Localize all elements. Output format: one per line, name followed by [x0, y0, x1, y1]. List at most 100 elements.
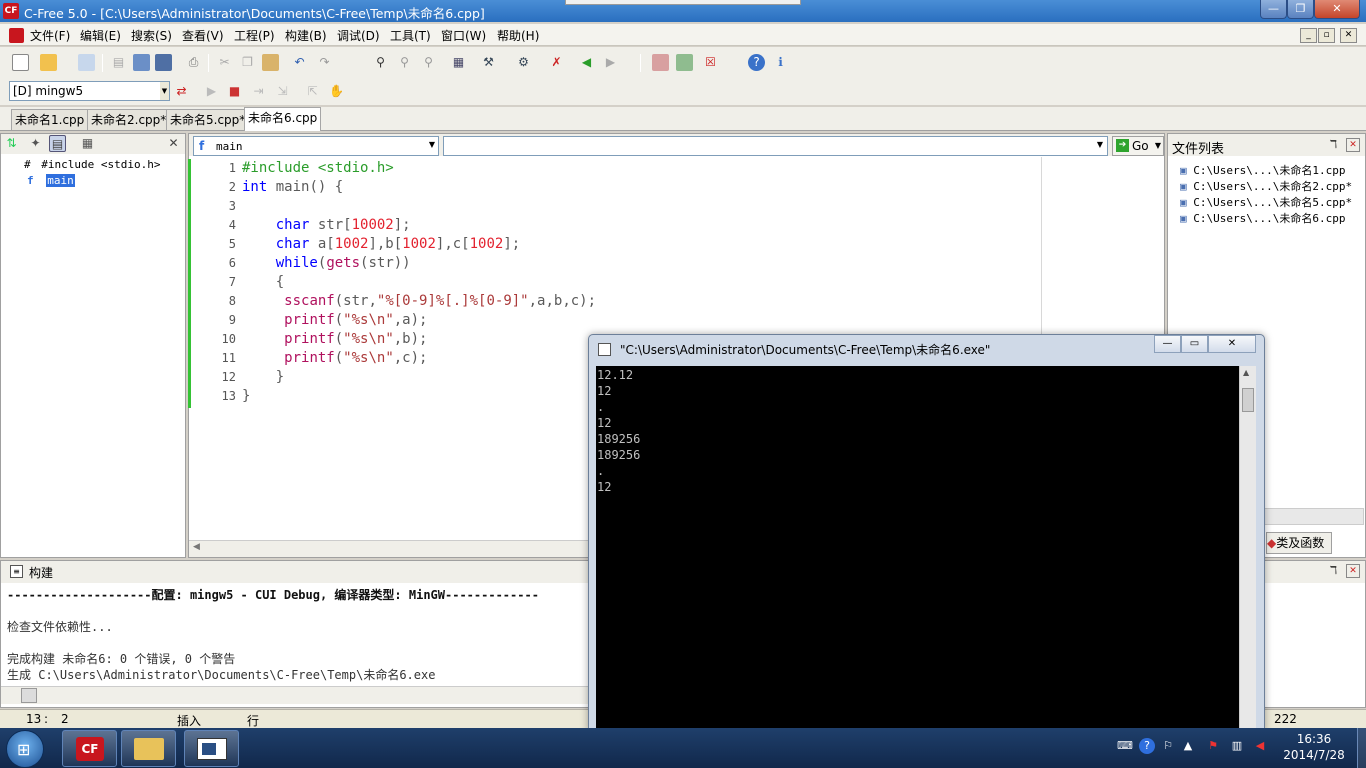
run-icon[interactable]: ▶	[203, 83, 220, 100]
export-icon[interactable]	[676, 54, 693, 71]
undo-icon[interactable]: ↶	[291, 54, 308, 71]
scroll-thumb[interactable]	[1242, 388, 1254, 412]
start-button[interactable]: ⊞	[6, 730, 44, 768]
menu-file[interactable]: 文件(F)	[30, 27, 70, 44]
minimize-button[interactable]: —	[1260, 0, 1287, 19]
chevron-down-icon[interactable]: ▼	[160, 82, 169, 100]
console-scrollbar[interactable]: ▲	[1239, 366, 1256, 728]
menu-search[interactable]: 搜索(S)	[131, 27, 172, 44]
console-minimize-button[interactable]: —	[1154, 335, 1181, 353]
compiler-select[interactable]: [D] mingw5 ▼	[9, 81, 170, 101]
compiler-config-icon[interactable]: ⇄	[173, 83, 190, 100]
file-item-1[interactable]: ▣ C:\Users\...\未命名1.cpp	[1180, 162, 1345, 178]
file-item-2[interactable]: ▣ C:\Users\...\未命名2.cpp*	[1180, 178, 1352, 194]
build-horizontal-scrollbar[interactable]	[1, 686, 589, 704]
scroll-up-icon[interactable]: ▲	[1243, 368, 1249, 377]
tab-untitled6[interactable]: 未命名6.cpp	[244, 107, 322, 131]
go-button[interactable]: ➔ Go ▼	[1112, 136, 1164, 156]
tree-item-main[interactable]: f main	[27, 174, 75, 187]
redo-icon[interactable]: ↷	[316, 54, 333, 71]
print-icon[interactable]: ⎙	[185, 54, 202, 71]
close-doc-icon[interactable]: ☒	[702, 54, 719, 71]
cut-icon[interactable]: ✂	[216, 54, 233, 71]
step-into-icon[interactable]: ⇲	[274, 83, 291, 100]
project-icon[interactable]	[78, 54, 95, 71]
find-icon[interactable]: ⚲	[372, 54, 389, 71]
show-desktop-button[interactable]	[1357, 728, 1366, 768]
forward-arrow-icon[interactable]: ▶	[602, 54, 619, 71]
mdi-close-button[interactable]: ✕	[1340, 28, 1357, 43]
console-maximize-button[interactable]: ▭	[1181, 335, 1208, 353]
menu-tools[interactable]: 工具(T)	[390, 27, 431, 44]
file-item-4[interactable]: ▣ C:\Users\...\未命名6.cpp	[1180, 210, 1345, 226]
hand-icon[interactable]: ✋	[328, 83, 345, 100]
info-icon[interactable]: ℹ	[772, 54, 789, 71]
explorer-taskbar-button[interactable]	[121, 730, 176, 767]
menu-view[interactable]: 查看(V)	[182, 27, 224, 44]
show-hidden-icons[interactable]: ▲	[1180, 738, 1196, 754]
tab-untitled1[interactable]: 未命名1.cpp	[11, 109, 89, 130]
cfree-taskbar-button[interactable]: CF	[62, 730, 117, 767]
network-icon[interactable]: ▥	[1229, 738, 1245, 754]
save-all-icon[interactable]	[155, 54, 172, 71]
help-icon[interactable]: ?	[1139, 738, 1155, 754]
pin-icon[interactable]: ℸ	[1330, 138, 1337, 151]
menu-window[interactable]: 窗口(W)	[441, 27, 486, 44]
list-view-icon[interactable]: ▦	[79, 135, 96, 152]
back-arrow-icon[interactable]: ◀	[578, 54, 595, 71]
file-item-3[interactable]: ▣ C:\Users\...\未命名5.cpp*	[1180, 194, 1352, 210]
step-icon[interactable]: ⇥	[250, 83, 267, 100]
tree-item-include[interactable]: # #include <stdio.h>	[24, 158, 160, 171]
tab-untitled5[interactable]: 未命名5.cpp*	[166, 109, 250, 130]
paste-icon[interactable]	[262, 54, 279, 71]
volume-muted-icon[interactable]: ◀	[1252, 738, 1268, 754]
scroll-left-icon[interactable]: ◀	[193, 542, 200, 552]
filter-icon[interactable]: ✦	[27, 135, 44, 152]
cut-disabled-icon[interactable]: ▤	[110, 54, 127, 71]
build-tools-icon[interactable]: ⚙	[515, 54, 532, 71]
close-icon[interactable]: ✕	[1346, 138, 1360, 152]
keyboard-icon[interactable]: ⌨	[1117, 738, 1133, 754]
find-next-icon[interactable]: ⚲	[396, 54, 413, 71]
action-center-icon[interactable]: ⚑	[1205, 738, 1221, 754]
mdi-minimize-button[interactable]: _	[1300, 28, 1317, 43]
console-taskbar-button[interactable]	[184, 730, 239, 767]
sort-icon[interactable]: ⇅	[3, 135, 20, 152]
console-output[interactable]	[596, 366, 1239, 728]
open-folder-icon[interactable]	[40, 54, 57, 71]
menu-edit[interactable]: 编辑(E)	[80, 27, 121, 44]
clock[interactable]: 16:36 2014/7/28	[1274, 731, 1354, 763]
menu-help[interactable]: 帮助(H)	[497, 27, 539, 44]
replace-icon[interactable]: ⚲	[420, 54, 437, 71]
stop-icon[interactable]: ■	[226, 83, 243, 100]
new-file-icon[interactable]	[12, 54, 29, 71]
delete-icon[interactable]: ✗	[548, 54, 565, 71]
bookmark-icon[interactable]	[652, 54, 669, 71]
function-select[interactable]: f main ▼	[193, 136, 439, 156]
close-button[interactable]: ✕	[1314, 0, 1360, 19]
maximize-button[interactable]: ❐	[1287, 0, 1314, 19]
scroll-thumb[interactable]	[21, 688, 37, 703]
save-icon[interactable]	[133, 54, 150, 71]
copy-icon[interactable]: ❐	[239, 54, 256, 71]
help-icon[interactable]: ?	[748, 54, 765, 71]
chevron-down-icon[interactable]: ▼	[1097, 140, 1103, 149]
doc-menu-icon[interactable]	[9, 28, 24, 43]
goto-icon[interactable]: ▦	[450, 54, 467, 71]
editor-horizontal-scrollbar[interactable]: ◀	[189, 540, 589, 557]
pin-icon[interactable]: ℸ	[1330, 564, 1337, 577]
panel-close-icon[interactable]: ✕	[165, 135, 182, 152]
step-out-icon[interactable]: ⇱	[304, 83, 321, 100]
symbol-select[interactable]: ▼	[443, 136, 1108, 156]
close-icon[interactable]: ✕	[1346, 564, 1360, 578]
language-icon[interactable]: ⚐	[1160, 738, 1176, 754]
menu-project[interactable]: 工程(P)	[234, 27, 275, 44]
mdi-restore-button[interactable]: ▫	[1318, 28, 1335, 43]
chevron-down-icon[interactable]: ▼	[429, 140, 435, 149]
tab-untitled2[interactable]: 未命名2.cpp*	[87, 109, 171, 130]
tree-view-icon[interactable]: ▤	[49, 135, 66, 152]
wand-icon[interactable]: ⚒	[480, 54, 497, 71]
menu-build[interactable]: 构建(B)	[285, 27, 327, 44]
tab-classes-functions[interactable]: ◆类及函数	[1266, 532, 1332, 554]
console-close-button[interactable]: ✕	[1208, 335, 1256, 353]
